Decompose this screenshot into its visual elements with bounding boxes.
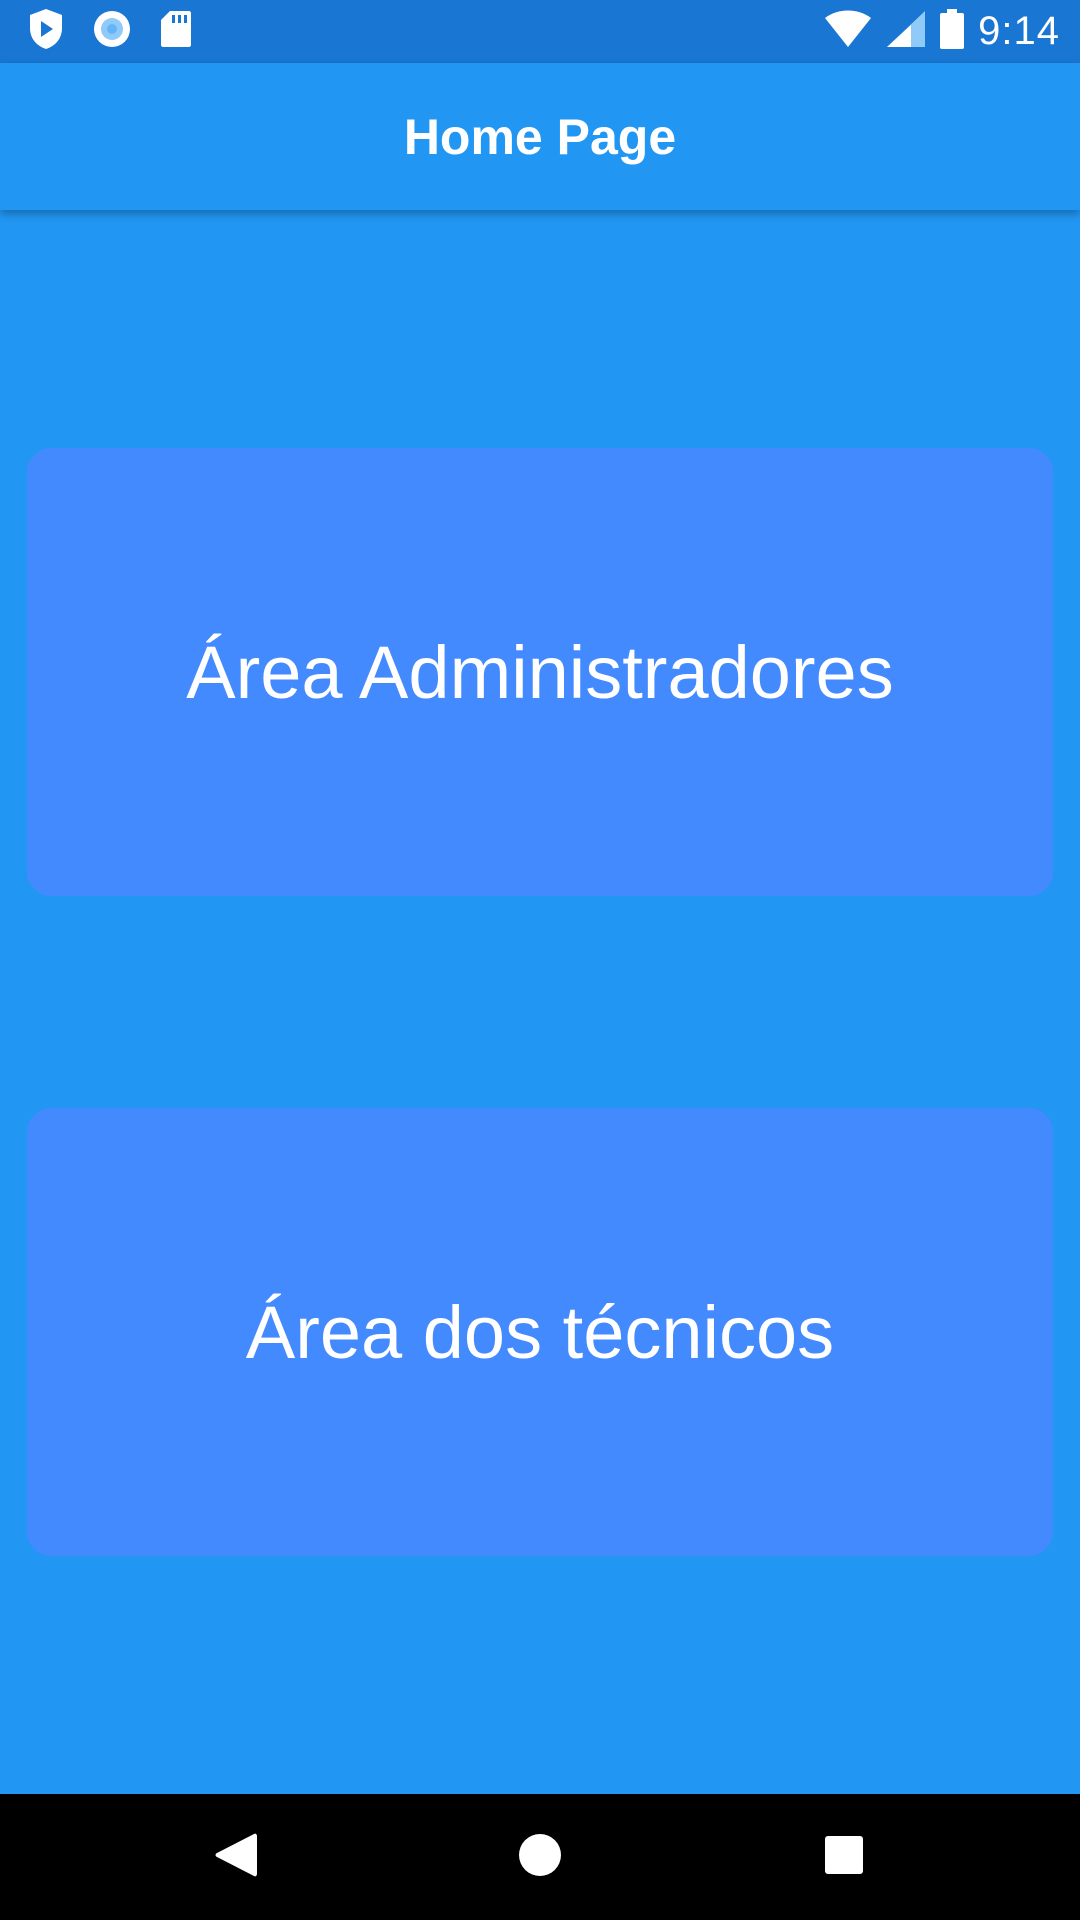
status-bar: 9:14: [0, 0, 1080, 63]
cell-signal-icon: [886, 10, 926, 53]
technicians-area-label: Área dos técnicos: [245, 1290, 835, 1374]
wifi-icon: [824, 10, 872, 53]
recents-button[interactable]: [804, 1817, 884, 1897]
technicians-area-button[interactable]: Área dos técnicos: [27, 1108, 1053, 1556]
play-protect-icon: [28, 8, 64, 55]
record-icon: [92, 9, 132, 54]
home-button[interactable]: [500, 1817, 580, 1897]
status-time: 9:14: [978, 9, 1060, 53]
navigation-bar: [0, 1794, 1080, 1920]
back-icon: [214, 1831, 258, 1884]
status-left-icons: [28, 8, 192, 55]
back-button[interactable]: [196, 1817, 276, 1897]
status-right-icons: 9:14: [824, 9, 1060, 54]
app-bar: Home Page: [0, 63, 1080, 210]
page-title: Home Page: [403, 108, 677, 165]
admin-area-label: Área Administradores: [186, 630, 894, 714]
sd-card-icon: [160, 10, 192, 53]
recents-icon: [824, 1835, 864, 1880]
home-icon: [518, 1833, 562, 1882]
admin-area-button[interactable]: Área Administradores: [27, 448, 1053, 896]
battery-icon: [940, 9, 965, 54]
